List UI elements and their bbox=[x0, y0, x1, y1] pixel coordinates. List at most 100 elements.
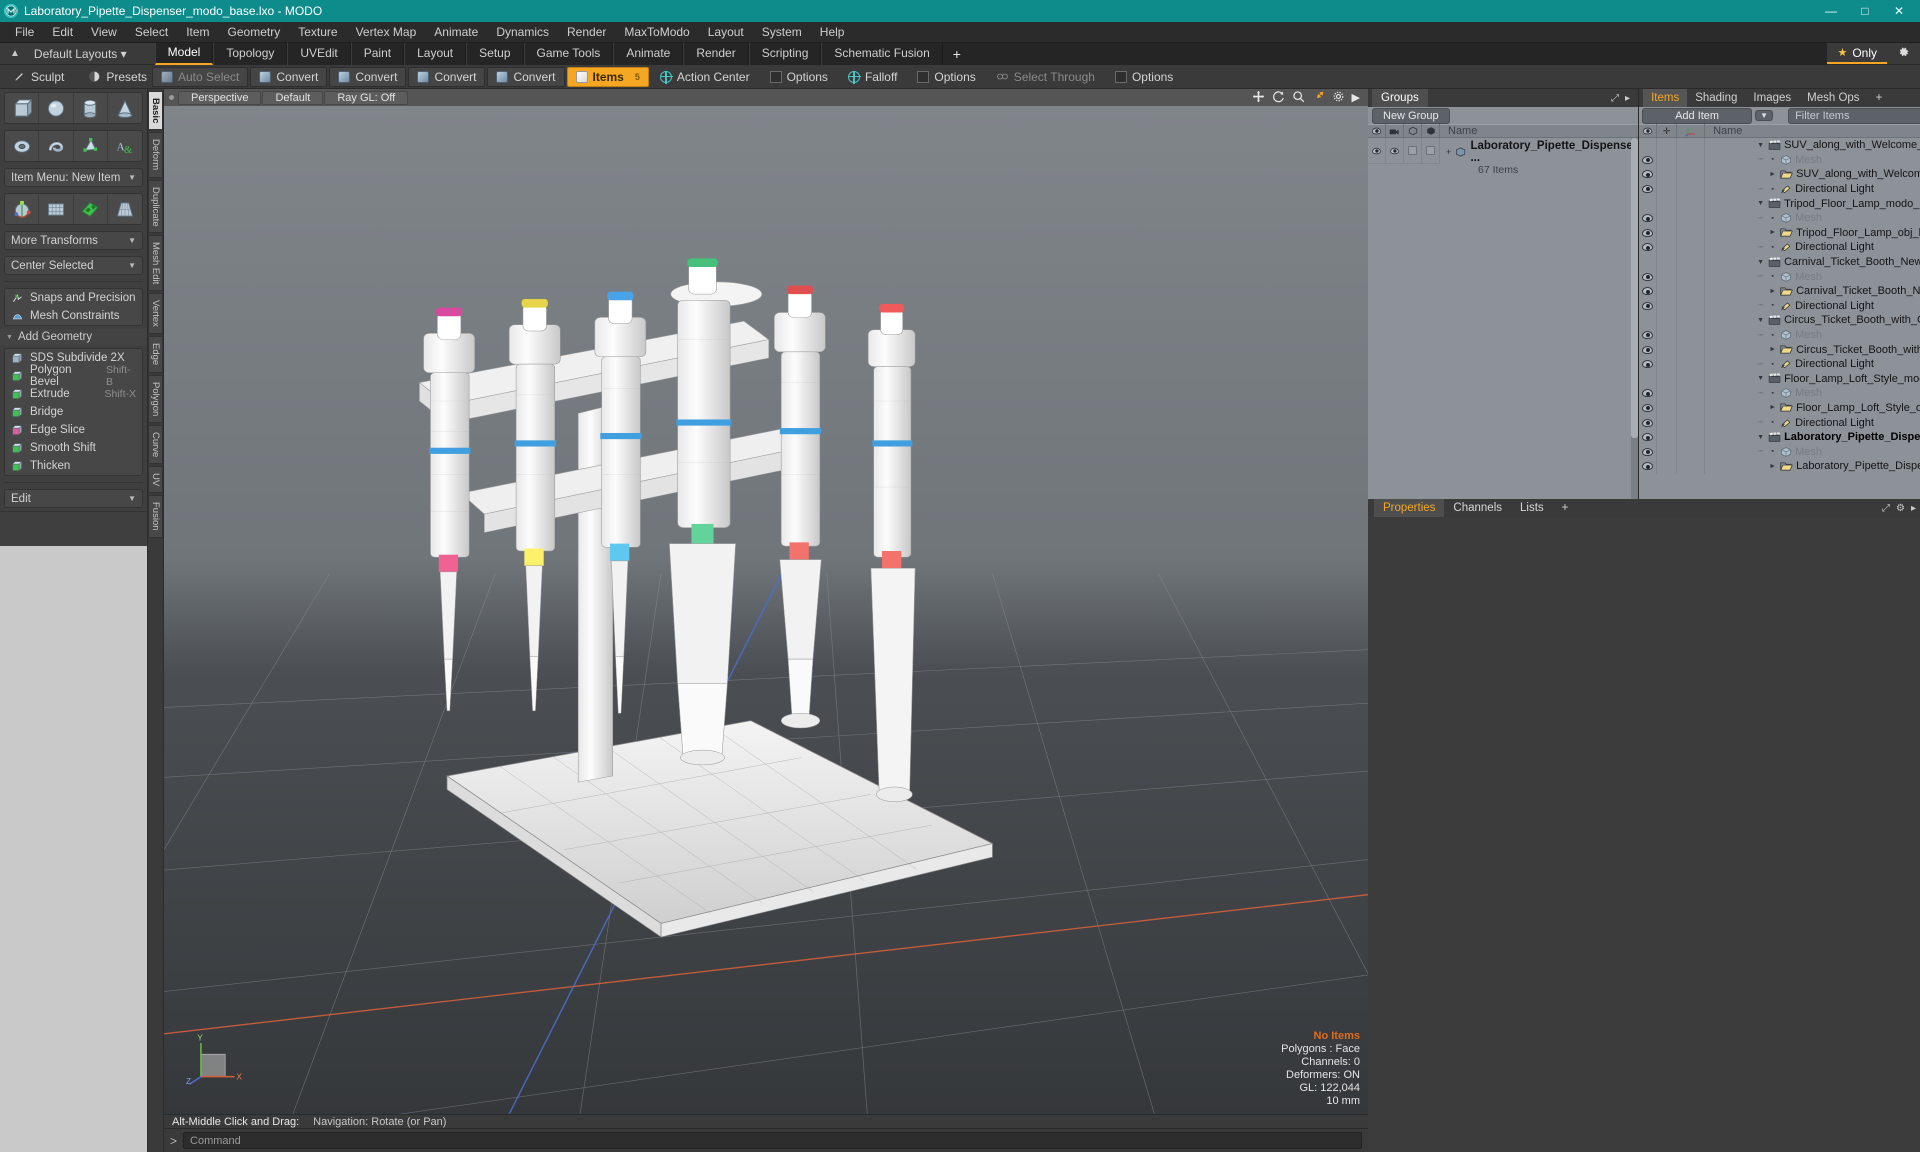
visibility-eye-icon[interactable] bbox=[1642, 331, 1654, 340]
item-row[interactable]: ┄ ▪ Directional Light bbox=[1639, 298, 1920, 314]
action-center-options-button[interactable]: Options bbox=[761, 67, 837, 87]
item-row[interactable]: ► Floor_Lamp_Loft_Style_obj_base bbox=[1639, 400, 1920, 416]
item-name-cell[interactable]: ┄ ▪ Directional Light bbox=[1705, 300, 1874, 312]
visibility-cell[interactable] bbox=[1639, 386, 1658, 401]
polygon-primitive[interactable] bbox=[74, 131, 108, 161]
vtab-fusion[interactable]: Fusion bbox=[148, 495, 163, 538]
item-name-cell[interactable]: ┄ ▪ Directional Light bbox=[1705, 241, 1874, 253]
item-name-cell[interactable]: ┄ ▪ Mesh bbox=[1705, 329, 1822, 341]
gear-icon[interactable]: ⚙ bbox=[1896, 503, 1905, 514]
properties-tab-properties[interactable]: Properties bbox=[1374, 499, 1445, 517]
item-name-cell[interactable]: ► Laboratory_Pipette_Dispenser_obj... bbox=[1705, 460, 1920, 472]
item-row[interactable]: ► Tripod_Floor_Lamp_obj_base bbox=[1639, 225, 1920, 241]
tool-edge-slice[interactable]: Edge Slice bbox=[5, 421, 142, 439]
add-cell[interactable] bbox=[1657, 459, 1678, 474]
transform-cell[interactable] bbox=[1677, 167, 1706, 182]
layout-tab-layout[interactable]: Layout bbox=[404, 42, 467, 65]
chevron-right-icon[interactable]: ▸ bbox=[1911, 503, 1916, 514]
menu-item[interactable]: Item bbox=[177, 22, 218, 43]
item-row[interactable]: ► Circus_Ticket_Booth_with_Clown_ ... bbox=[1639, 342, 1920, 357]
visibility-eye-icon[interactable] bbox=[1642, 301, 1654, 310]
snaps-and-precision-item[interactable]: Snaps and Precision bbox=[5, 289, 142, 307]
item-row[interactable]: ▼ Floor_Lamp_Loft_Style_modo_base.lxo bbox=[1639, 371, 1920, 387]
visibility-eye-icon[interactable] bbox=[1642, 418, 1654, 427]
visibility-cell[interactable] bbox=[1639, 210, 1658, 226]
viewport-perspective-dropdown[interactable]: Perspective bbox=[178, 90, 262, 105]
transform-cell[interactable] bbox=[1677, 138, 1706, 153]
visibility-eye-icon[interactable] bbox=[1642, 447, 1654, 456]
transform-cell[interactable] bbox=[1677, 371, 1706, 387]
visibility-eye-icon[interactable] bbox=[1642, 155, 1654, 164]
vtab-uv[interactable]: UV bbox=[148, 466, 163, 494]
visibility-cell[interactable] bbox=[1639, 429, 1658, 445]
items-tab-shading[interactable]: Shading bbox=[1687, 89, 1745, 107]
torus-primitive[interactable] bbox=[5, 131, 40, 161]
visibility-cell[interactable] bbox=[1639, 313, 1658, 328]
items-tree[interactable]: ▼ SUV_along_with_Welcome_Sign_mod... ┄ ▪ Mes… bbox=[1639, 138, 1920, 499]
transform-cell[interactable] bbox=[1677, 386, 1706, 401]
vtab-mesh-edit[interactable]: Mesh Edit bbox=[148, 235, 163, 292]
filter-items-input[interactable]: Filter Items bbox=[1788, 107, 1920, 124]
menu-system[interactable]: System bbox=[753, 22, 811, 43]
item-name-cell[interactable]: ▼ SUV_along_with_Welcome_Sign_mod... bbox=[1705, 139, 1920, 151]
falloff-button[interactable]: Falloff bbox=[839, 67, 906, 87]
visibility-eye-icon[interactable] bbox=[1642, 389, 1654, 398]
item-row[interactable]: ┄ ▪ Mesh bbox=[1639, 386, 1920, 401]
convert-vertex-button[interactable]: Convert bbox=[250, 66, 328, 87]
item-row[interactable]: ► Carnival_Ticket_Booth_New_obj_b... bbox=[1639, 283, 1920, 299]
visibility-cell[interactable] bbox=[1639, 356, 1658, 372]
tab-groups[interactable]: Groups bbox=[1372, 89, 1428, 107]
visibility-eye-icon[interactable] bbox=[1642, 345, 1654, 354]
expand-icon[interactable]: ⤢ bbox=[1611, 93, 1619, 104]
visibility-cell[interactable] bbox=[1639, 269, 1658, 284]
add-cell[interactable] bbox=[1657, 283, 1678, 299]
item-name-cell[interactable]: ► Circus_Ticket_Booth_with_Clown_ ... bbox=[1705, 344, 1920, 356]
visibility-eye-icon[interactable] bbox=[1642, 214, 1654, 223]
center-selected-dropdown[interactable]: Center Selected ▼ bbox=[4, 256, 143, 275]
transform-cell[interactable] bbox=[1677, 269, 1706, 284]
add-cell[interactable] bbox=[1657, 181, 1678, 197]
viewport-menu-dot[interactable] bbox=[169, 95, 174, 100]
only-toggle[interactable]: ★ Only bbox=[1827, 44, 1887, 64]
vtab-deform[interactable]: Deform bbox=[148, 132, 163, 178]
visibility-cell[interactable] bbox=[1639, 225, 1658, 241]
visibility-cell[interactable] bbox=[1639, 342, 1658, 357]
items-tab-items[interactable]: Items bbox=[1643, 89, 1688, 107]
visibility-cell[interactable] bbox=[1639, 167, 1658, 182]
checker-mesh[interactable] bbox=[74, 194, 108, 224]
add-cell[interactable] bbox=[1657, 298, 1678, 314]
gear-icon[interactable] bbox=[1887, 46, 1920, 62]
tool-polygon-bevel[interactable]: Polygon Bevel Shift-B bbox=[5, 364, 142, 388]
visibility-eye-icon[interactable] bbox=[1642, 462, 1654, 471]
transform-cell[interactable] bbox=[1677, 240, 1706, 255]
item-row[interactable]: ┄ ▪ Directional Light bbox=[1639, 415, 1920, 430]
transform-cell[interactable] bbox=[1677, 459, 1706, 474]
item-menu-dropdown[interactable]: Item Menu: New Item ▼ bbox=[4, 168, 143, 187]
more-transforms-dropdown[interactable]: More Transforms ▼ bbox=[4, 231, 143, 250]
layout-tab-schematic-fusion[interactable]: Schematic Fusion bbox=[821, 42, 943, 65]
items-mode-button[interactable]: Items 5 bbox=[566, 66, 649, 87]
transform-cell[interactable] bbox=[1677, 313, 1706, 328]
transform-cell[interactable] bbox=[1677, 444, 1706, 460]
visibility-cell[interactable] bbox=[1639, 196, 1658, 211]
visibility-eye-icon[interactable] bbox=[1642, 228, 1654, 237]
item-name-cell[interactable]: ┄ ▪ Mesh bbox=[1705, 387, 1822, 399]
visibility-cell[interactable] bbox=[1639, 415, 1658, 430]
add-items-tab-button[interactable]: + bbox=[1868, 89, 1891, 107]
select-through-button[interactable]: Select Through bbox=[987, 67, 1104, 87]
tree-twist-icon[interactable]: ► bbox=[1768, 288, 1777, 295]
transform-cell[interactable] bbox=[1677, 210, 1706, 226]
vtab-vertex[interactable]: Vertex bbox=[148, 293, 163, 335]
add-cell[interactable] bbox=[1657, 429, 1678, 445]
add-cell[interactable] bbox=[1657, 356, 1678, 372]
item-row[interactable]: ▼ Circus_Ticket_Booth_with_Clown_mo... bbox=[1639, 313, 1920, 328]
collapse-icon[interactable]: ▲ bbox=[4, 48, 26, 59]
tool-thicken[interactable]: Thicken bbox=[5, 457, 142, 475]
edit-dropdown[interactable]: Edit ▼ bbox=[4, 489, 143, 508]
tree-twist-icon[interactable]: ▼ bbox=[1756, 317, 1765, 324]
add-cell[interactable] bbox=[1657, 386, 1678, 401]
item-row[interactable]: ┄ ▪ Mesh bbox=[1639, 210, 1920, 226]
groups-row[interactable]: + Laboratory_Pipette_Dispenser ... 67 Item… bbox=[1368, 138, 1638, 176]
add-cell[interactable] bbox=[1657, 415, 1678, 430]
new-group-button[interactable]: New Group bbox=[1372, 107, 1450, 124]
